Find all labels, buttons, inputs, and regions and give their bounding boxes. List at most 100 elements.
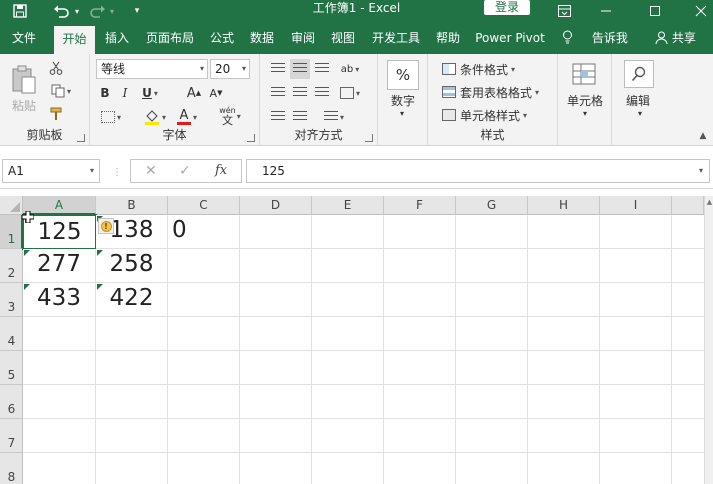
row-header-4[interactable]: 4	[0, 317, 23, 351]
clipboard-launcher-icon[interactable]	[77, 134, 85, 142]
tab-insert[interactable]: 插入	[99, 22, 135, 54]
phonetic-button[interactable]: wén 文 ▾	[214, 104, 246, 128]
orientation-icon[interactable]: ab ▾	[336, 59, 364, 79]
borders-button[interactable]: ▾	[96, 107, 126, 127]
cell-a3[interactable]: 433	[23, 283, 96, 317]
chevron-down-icon[interactable]: ▾	[578, 108, 592, 118]
align-top-icon[interactable]	[268, 59, 288, 79]
cells-label[interactable]: 单元格	[567, 92, 603, 109]
tell-me-search[interactable]: 告诉我	[562, 22, 628, 54]
italic-button[interactable]: I	[116, 83, 134, 103]
tab-data[interactable]: 数据	[245, 22, 279, 54]
number-format-label[interactable]: 数字	[391, 92, 415, 109]
maximize-icon[interactable]	[644, 0, 666, 22]
cell-styles-label: 单元格样式	[460, 108, 521, 123]
column-header-g[interactable]: G	[456, 196, 528, 215]
merge-center-icon[interactable]: ▾	[336, 83, 364, 103]
format-painter-icon[interactable]	[46, 104, 66, 124]
save-icon[interactable]	[10, 0, 30, 22]
paste-button[interactable]: 粘贴	[6, 60, 42, 118]
row-header-6[interactable]: 6	[0, 385, 23, 419]
align-bottom-icon[interactable]	[312, 59, 332, 79]
align-right-icon[interactable]	[312, 83, 332, 103]
formula-bar-grip-icon[interactable]: ⋮	[112, 165, 122, 179]
alignment-launcher-icon[interactable]	[365, 134, 373, 142]
shrink-font-button[interactable]: A ▼	[206, 83, 226, 103]
tab-review[interactable]: 审阅	[286, 22, 320, 54]
fill-color-button[interactable]: ▾	[140, 107, 170, 127]
column-header-e[interactable]: E	[312, 196, 384, 215]
number-format-button[interactable]: %	[387, 60, 419, 90]
font-color-button[interactable]: A ▾	[172, 107, 202, 127]
grow-font-button[interactable]: A ▲	[184, 83, 204, 103]
column-header-f[interactable]: F	[384, 196, 456, 215]
chevron-down-icon[interactable]: ▾	[633, 108, 647, 118]
enter-icon[interactable]: ✓	[179, 160, 191, 182]
cell-b3[interactable]: 422	[96, 283, 168, 317]
cell-a2[interactable]: 277	[23, 249, 96, 283]
search-icon[interactable]	[624, 60, 654, 88]
tab-help[interactable]: 帮助	[430, 22, 466, 54]
chevron-down-icon[interactable]: ▾	[395, 108, 409, 118]
tab-view[interactable]: 视图	[326, 22, 360, 54]
row-header-1[interactable]: 1	[0, 215, 23, 249]
redo-icon[interactable]	[88, 0, 108, 22]
copy-icon[interactable]: ▾	[46, 81, 76, 101]
insert-function-icon[interactable]: fx	[215, 160, 227, 182]
error-indicator-b3	[97, 284, 103, 290]
row-header-8[interactable]: 8	[0, 453, 23, 484]
cell-styles-button[interactable]: 单元格样式 ▾	[442, 105, 554, 125]
minimize-icon[interactable]	[595, 0, 617, 22]
login-button[interactable]: 登录	[484, 0, 530, 15]
font-name-combo[interactable]: 等线 ▾	[96, 59, 208, 79]
collapse-ribbon-icon[interactable]: ▲	[696, 130, 710, 142]
tab-home[interactable]: 开始	[54, 26, 95, 54]
align-middle-icon[interactable]	[290, 59, 310, 79]
row-header-3[interactable]: 3	[0, 283, 23, 317]
tab-power-pivot[interactable]: Power Pivot	[472, 22, 548, 54]
cell-c1[interactable]: 0	[168, 215, 240, 249]
column-header-h[interactable]: H	[528, 196, 600, 215]
format-as-table-button[interactable]: 套用表格格式 ▾	[442, 82, 558, 102]
ribbon-display-icon[interactable]	[553, 0, 575, 22]
column-header-d[interactable]: D	[240, 196, 312, 215]
cancel-icon[interactable]: ✕	[145, 160, 157, 182]
font-size-combo[interactable]: 20 ▾	[210, 59, 250, 79]
column-header-c[interactable]: C	[168, 196, 240, 215]
font-launcher-icon[interactable]	[247, 134, 255, 142]
row-header-5[interactable]: 5	[0, 351, 23, 385]
error-warning-button[interactable]: !	[98, 218, 114, 234]
tab-page-layout[interactable]: 页面布局	[141, 22, 199, 54]
wrap-text-icon[interactable]: ▾	[320, 107, 348, 127]
align-center-icon[interactable]	[290, 83, 310, 103]
qat-customize-icon[interactable]: ▾	[130, 0, 144, 22]
cell-b2[interactable]: 258	[96, 249, 168, 283]
bold-button[interactable]: B	[96, 83, 114, 103]
select-all-corner[interactable]	[0, 196, 23, 215]
editing-label[interactable]: 编辑	[626, 92, 650, 109]
name-box[interactable]: A1 ▾	[2, 159, 100, 183]
tab-developer[interactable]: 开发工具	[366, 22, 426, 54]
undo-dropdown-icon[interactable]: ▾	[72, 0, 82, 22]
close-icon[interactable]	[690, 0, 712, 22]
column-header-j[interactable]	[672, 196, 704, 215]
tab-formulas[interactable]: 公式	[205, 22, 239, 54]
conditional-format-button[interactable]: 条件格式 ▾	[442, 59, 554, 79]
cells-icon[interactable]	[569, 60, 599, 88]
decrease-indent-icon[interactable]	[268, 107, 288, 127]
increase-indent-icon[interactable]	[290, 107, 310, 127]
undo-icon[interactable]	[50, 0, 72, 22]
tab-file[interactable]: 文件	[0, 22, 48, 54]
column-header-b[interactable]: B	[96, 196, 168, 215]
scroll-up-icon[interactable]: ▲	[705, 198, 713, 206]
align-left-icon[interactable]	[268, 83, 288, 103]
share-button[interactable]: 共享	[655, 22, 696, 54]
cut-icon[interactable]	[46, 58, 66, 78]
underline-button[interactable]: U ▾	[136, 83, 164, 103]
formula-input[interactable]: 125 ▾	[246, 159, 710, 183]
column-header-i[interactable]: I	[600, 196, 672, 215]
vertical-scrollbar[interactable]: ▲	[704, 196, 713, 484]
row-header-2[interactable]: 2	[0, 249, 23, 283]
row-header-7[interactable]: 7	[0, 419, 23, 453]
redo-dropdown-icon[interactable]: ▾	[107, 0, 117, 22]
